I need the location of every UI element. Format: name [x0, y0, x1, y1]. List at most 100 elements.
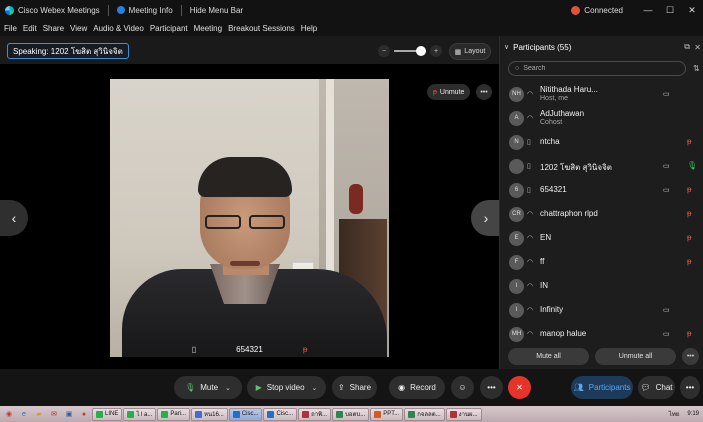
mic-muted-icon[interactable]: ᵽ	[687, 185, 691, 194]
chat-button[interactable]: 💬︎ Chat	[638, 376, 675, 399]
os-taskbar: ◉ e ▰ ✉ ▣ ● LINE ไ l a... Pari... หน16... Ci…	[0, 406, 703, 422]
meeting-info-button[interactable]: Meeting Info	[116, 6, 173, 15]
video-more-button[interactable]: •••	[476, 84, 492, 100]
chat-icon: 💬︎	[640, 383, 651, 392]
participant-name: chattraphon rlpd	[540, 209, 598, 218]
video-camera-icon[interactable]: ▭	[663, 306, 670, 314]
menu-view[interactable]: View	[70, 24, 87, 33]
taskbar-task[interactable]: Cisc...	[228, 407, 263, 421]
mute-all-button[interactable]: Mute all	[508, 347, 589, 365]
zoom-in-icon[interactable]: +	[430, 45, 442, 57]
sort-icon[interactable]: ⇅	[693, 64, 700, 73]
participant-name: ntcha	[540, 137, 560, 146]
zoom-slider[interactable]	[394, 46, 426, 56]
participant-name: Nitithada Haru...	[540, 85, 598, 94]
participant-row[interactable]: F ◠ ff ᵽ	[500, 250, 703, 274]
participant-row[interactable]: NH ◠ Nitithada Haru... Host, me ▭	[500, 82, 703, 106]
taskbar-task[interactable]: ไ l a...	[123, 407, 157, 421]
mail-icon[interactable]: ✉	[47, 408, 61, 420]
mic-live-icon[interactable]: 🎙︎	[687, 161, 697, 170]
zoom-control[interactable]: − +	[378, 42, 444, 60]
participant-row[interactable]: I ◠ Infinity ▭	[500, 298, 703, 322]
browser-icon[interactable]: e	[17, 408, 31, 420]
taskbar-task[interactable]: กจลลต...	[404, 407, 445, 421]
taskbar-task[interactable]: หน16...	[191, 407, 228, 421]
menu-meeting[interactable]: Meeting	[194, 24, 222, 33]
start-icon[interactable]: ◉	[2, 408, 16, 420]
menu-breakout-sessions[interactable]: Breakout Sessions	[228, 24, 295, 33]
participant-video[interactable]: ▯ 654321 ᵽ	[110, 79, 389, 357]
unmute-participant-button[interactable]: ᵽ Unmute	[427, 84, 471, 100]
app-icon[interactable]: ▣	[62, 408, 76, 420]
participant-row[interactable]: ▯ 1202 โฆสิต สุวินิจจิต ▭ 🎙︎	[500, 154, 703, 178]
unmute-all-button[interactable]: Unmute all	[595, 347, 676, 365]
video-name-tag: ▯ 654321 ᵽ	[110, 341, 389, 357]
hide-menu-bar-button[interactable]: Hide Menu Bar	[190, 6, 243, 15]
connection-status[interactable]: Connected	[571, 5, 623, 15]
panels-more-button[interactable]: •••	[680, 376, 700, 399]
taskbar-task[interactable]: Pari...	[157, 407, 191, 421]
search-input[interactable]	[523, 65, 674, 72]
participant-row[interactable]: I ◠ IN	[500, 274, 703, 298]
maximize-button[interactable]: ☐	[659, 5, 681, 16]
video-camera-icon[interactable]: ▭	[663, 186, 670, 194]
next-page-button[interactable]: ›	[471, 200, 501, 236]
taskbar-task[interactable]: LINE	[92, 407, 123, 421]
menu-share[interactable]: Share	[43, 24, 64, 33]
layout-button[interactable]: ▦ Layout	[449, 43, 491, 60]
mic-muted-icon[interactable]: ᵽ	[687, 233, 691, 242]
reactions-button[interactable]: ☺	[451, 376, 474, 399]
stop-video-button[interactable]: ▶ Stop video ⌄	[247, 376, 326, 399]
taskbar-task[interactable]: งานผ...	[445, 407, 482, 421]
participant-row[interactable]: E ◠ EN ᵽ	[500, 226, 703, 250]
participant-row[interactable]: A ◠ AdJuthawan Cohost	[500, 106, 703, 130]
mic-muted-icon[interactable]: ᵽ	[687, 329, 691, 338]
mic-muted-icon[interactable]: ᵽ	[687, 209, 691, 218]
participant-list: NH ◠ Nitithada Haru... Host, me ▭ A ◠ AdJuthawa…	[500, 82, 703, 346]
menu-participant[interactable]: Participant	[150, 24, 188, 33]
video-camera-icon[interactable]: ▭	[663, 162, 670, 170]
menu-audio-video[interactable]: Audio & Video	[93, 24, 144, 33]
taskbar-task[interactable]: PPT...	[370, 407, 404, 421]
video-camera-icon[interactable]: ▭	[663, 90, 670, 98]
record-button[interactable]: ◉ Record	[389, 376, 445, 399]
app-icon[interactable]: ●	[77, 408, 91, 420]
panel-more-button[interactable]: •••	[682, 347, 699, 365]
video-participant-name: 654321	[236, 344, 263, 354]
language-indicator[interactable]: ไทย	[669, 409, 680, 419]
collapse-chevron-icon[interactable]: ∨	[504, 43, 509, 51]
more-options-button[interactable]: •••	[480, 376, 503, 399]
share-button[interactable]: ⇪ Share	[332, 376, 377, 399]
clock[interactable]: 9:19	[687, 411, 699, 417]
zoom-slider-knob[interactable]	[416, 46, 426, 56]
participant-row[interactable]: N ▯ ntcha ᵽ	[500, 130, 703, 154]
participant-row[interactable]: CR ◠ chattraphon rlpd ᵽ	[500, 202, 703, 226]
more-icon: •••	[685, 383, 695, 392]
explorer-icon[interactable]: ▰	[32, 408, 46, 420]
zoom-out-icon[interactable]: −	[378, 45, 390, 57]
close-window-button[interactable]: ✕	[681, 5, 703, 16]
close-panel-icon[interactable]: ✕	[694, 43, 701, 52]
background-ornament	[349, 184, 363, 214]
participant-search[interactable]: ○	[508, 61, 686, 76]
participant-name: 1202 โฆสิต สุวินิจจิต	[540, 163, 612, 172]
menu-help[interactable]: Help	[301, 24, 317, 33]
chevron-down-icon[interactable]: ⌄	[312, 384, 318, 392]
minimize-button[interactable]: —	[637, 5, 659, 15]
video-camera-icon[interactable]: ▭	[663, 330, 670, 338]
participant-row[interactable]: MH ◠ manop halue ▭ ᵽ	[500, 322, 703, 346]
menu-edit[interactable]: Edit	[23, 24, 37, 33]
menu-file[interactable]: File	[4, 24, 17, 33]
mic-muted-icon[interactable]: ᵽ	[687, 257, 691, 266]
taskbar-task[interactable]: Cisc...	[263, 407, 298, 421]
mic-muted-icon[interactable]: ᵽ	[687, 137, 691, 146]
mute-button[interactable]: 🎙︎ Mute ⌄	[174, 376, 242, 399]
taskbar-task[interactable]: บอตบ...	[332, 407, 370, 421]
chevron-down-icon[interactable]: ⌄	[225, 384, 231, 392]
participant-row[interactable]: 6 ▯ 654321 ▭ ᵽ	[500, 178, 703, 202]
leave-meeting-button[interactable]: ✕	[508, 376, 531, 399]
popout-icon[interactable]: ⧉	[684, 42, 690, 52]
participants-button[interactable]: 👥︎ Participants	[571, 376, 633, 399]
taskbar-task[interactable]: ถาพิ...	[298, 407, 332, 421]
close-icon: ✕	[516, 383, 523, 392]
